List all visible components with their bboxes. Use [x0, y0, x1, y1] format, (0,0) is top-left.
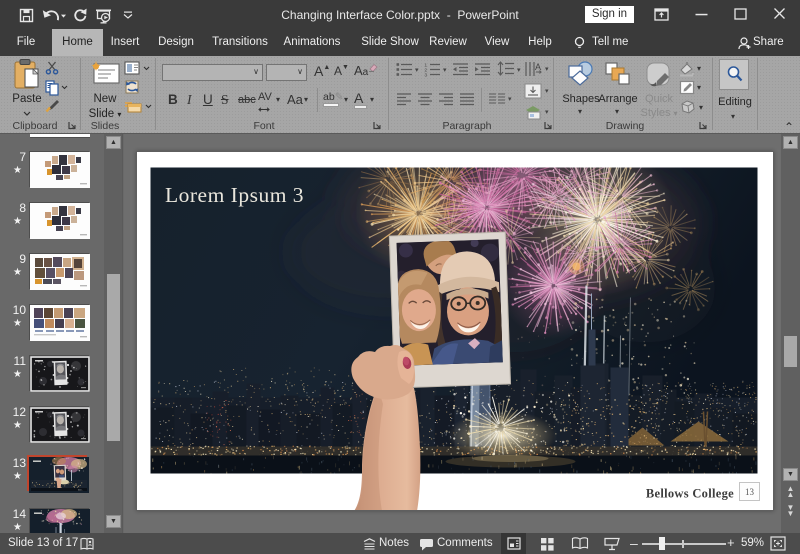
svg-text:13: 13 — [745, 487, 755, 497]
svg-text:Bellows College: Bellows College — [646, 487, 734, 501]
svg-text:3: 3 — [425, 72, 428, 77]
svg-text:Lorem Ipsum 3: Lorem Ipsum 3 — [165, 183, 304, 207]
svg-text:B.C.: B.C. — [78, 488, 83, 491]
